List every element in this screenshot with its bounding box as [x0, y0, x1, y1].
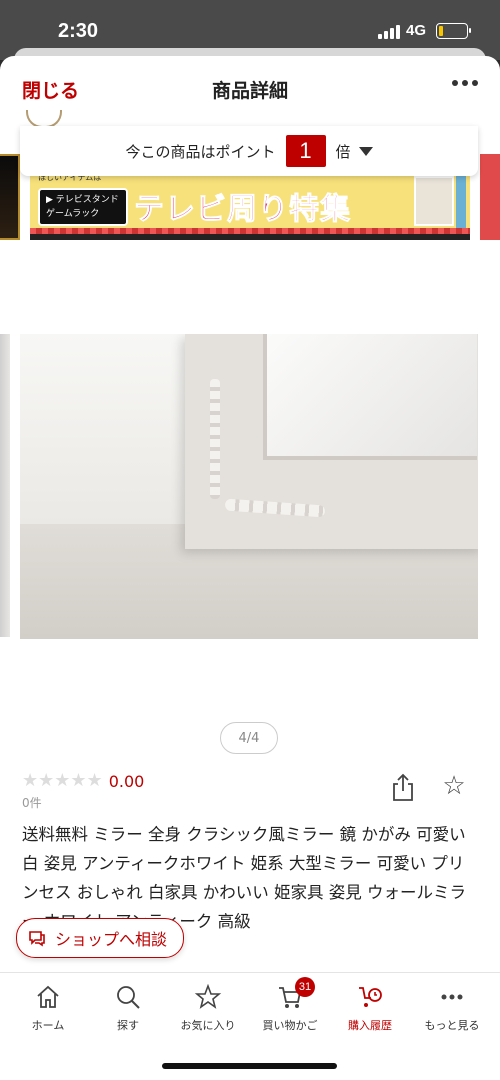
- star-icon: [194, 983, 222, 1009]
- status-time: 2:30: [58, 20, 99, 42]
- page-title: 商品詳細: [211, 80, 288, 102]
- promo-banner-next[interactable]: [480, 154, 500, 240]
- shelf-illustration: [456, 172, 466, 228]
- rating-row[interactable]: ★★★★★ 0.00: [22, 770, 144, 792]
- mirror-glass: [263, 334, 477, 460]
- promo-badge-line2: ゲームラック: [46, 209, 100, 219]
- tab-home[interactable]: ホーム: [8, 983, 88, 1033]
- points-multiplier-bar[interactable]: 今この商品はポイント 1 倍: [20, 126, 478, 176]
- promo-badge: ▶ テレビスタンド ゲームラック: [38, 188, 128, 226]
- signal-icon: [377, 23, 400, 39]
- wall: [20, 334, 190, 524]
- promo-banner-prev[interactable]: [0, 154, 20, 240]
- shop-consult-button[interactable]: ショップへ相談: [16, 918, 185, 958]
- banner-stripe: [30, 228, 470, 234]
- rating-stars: ★★★★★: [22, 770, 103, 791]
- review-count[interactable]: 0件: [22, 794, 42, 811]
- tab-favorites[interactable]: お気に入り: [168, 983, 248, 1033]
- points-multiplier: 1: [285, 135, 326, 167]
- status-indicators: 4G: [377, 22, 471, 39]
- tab-label: 購入履歴: [348, 1019, 392, 1032]
- tab-cart[interactable]: 31 買い物かご: [250, 977, 330, 1033]
- points-suffix: 倍: [335, 142, 351, 161]
- product-detail-sheet: 閉じる 商品詳細 ほしいアイテムは ▶ テレビスタンド ゲームラック テレビ周り…: [0, 56, 500, 1080]
- tab-label: ホーム: [31, 1019, 65, 1032]
- network-type: 4G: [405, 22, 426, 39]
- tab-search[interactable]: 探す: [88, 983, 168, 1033]
- caret-down-icon: [358, 146, 373, 156]
- cart-count-badge: 31: [295, 977, 315, 997]
- tab-label: もっと見る: [424, 1019, 480, 1032]
- battery-icon: [436, 22, 471, 39]
- ellipsis-icon[interactable]: [452, 80, 478, 86]
- promo-banner-title: テレビ周り特集: [134, 192, 351, 228]
- tv-stand-illustration: [414, 176, 454, 226]
- more-icon: [441, 994, 463, 1000]
- product-gallery[interactable]: [0, 334, 500, 639]
- bottom-tab-bar: ホーム 探す お気に入り 31 買い物かご 購入履歴 もっと見る: [0, 972, 500, 1080]
- tab-label: 探す: [117, 1019, 139, 1032]
- header: 閉じる 商品詳細: [0, 56, 500, 122]
- frame-ornament: [210, 379, 220, 499]
- home-indicator: [162, 1063, 337, 1069]
- tab-label: 買い物かご: [262, 1019, 318, 1032]
- points-prefix: 今この商品はポイント: [125, 142, 276, 161]
- chat-icon: [29, 931, 45, 947]
- favorite-star-icon[interactable]: ☆: [440, 772, 468, 800]
- share-icon[interactable]: [390, 772, 416, 802]
- battery-level: [439, 25, 443, 36]
- search-icon: [117, 986, 140, 1009]
- tab-more[interactable]: もっと見る: [412, 983, 492, 1033]
- rating-value: 0.00: [108, 771, 145, 791]
- tab-purchase-history[interactable]: 購入履歴: [330, 983, 410, 1033]
- tab-label: お気に入り: [180, 1019, 236, 1032]
- promo-badge-line1: ▶ テレビスタンド: [46, 195, 119, 205]
- gallery-pager: 4/4: [220, 722, 278, 754]
- shop-consult-label: ショップへ相談: [55, 930, 168, 949]
- purchase-history-icon: [359, 987, 382, 1007]
- product-image[interactable]: [20, 334, 478, 639]
- home-icon: [37, 985, 59, 1008]
- gallery-prev-image[interactable]: [0, 334, 10, 637]
